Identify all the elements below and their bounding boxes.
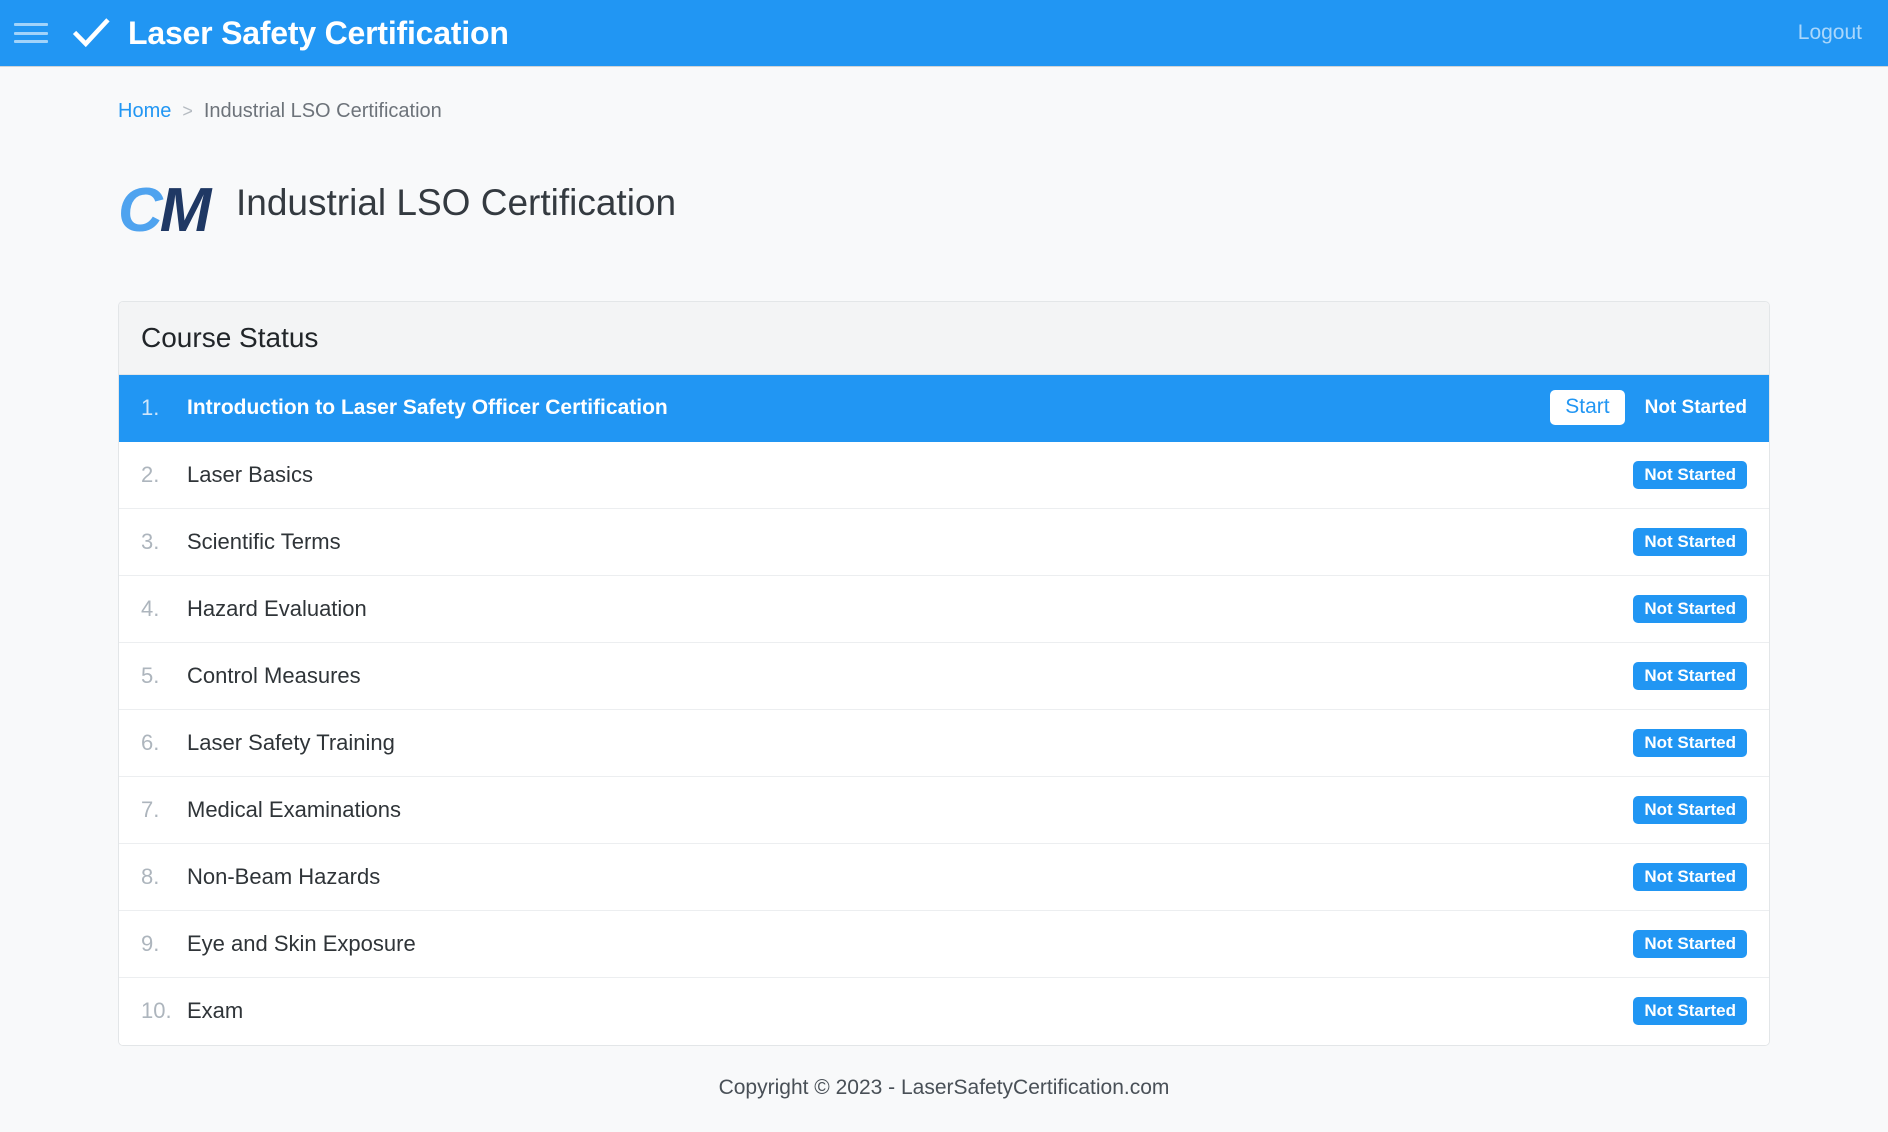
course-status-card: Course Status 1. Introduction to Laser Sa…	[118, 300, 1770, 1046]
course-item-number: 6.	[141, 729, 160, 755]
hamburger-menu-icon[interactable]	[14, 20, 48, 46]
course-list-item[interactable]: 3. Scientific Terms Not Started	[119, 508, 1769, 576]
logout-link[interactable]: Logout	[1798, 21, 1862, 45]
status-badge: Not Started	[1633, 728, 1747, 757]
course-item-number: 1.	[141, 394, 160, 420]
course-list-item[interactable]: 10. Exam Not Started	[119, 977, 1769, 1045]
course-item-number: 2.	[141, 461, 160, 487]
course-item-number: 9.	[141, 930, 160, 956]
course-item-actions: Not Started	[1633, 594, 1747, 623]
course-item-label: Control Measures	[187, 662, 361, 688]
card-header: Course Status	[119, 301, 1769, 375]
status-badge: Not Started	[1644, 396, 1747, 418]
page-title: Industrial LSO Certification	[236, 181, 677, 223]
course-item-number: 8.	[141, 863, 160, 889]
course-item-actions: Not Started	[1633, 527, 1747, 556]
status-badge: Not Started	[1633, 795, 1747, 824]
course-list-item[interactable]: 2. Laser Basics Not Started	[119, 441, 1769, 509]
hamburger-line	[14, 23, 48, 26]
breadcrumb-home-link[interactable]: Home	[118, 100, 171, 123]
status-badge: Not Started	[1633, 661, 1747, 690]
course-item-number: 7.	[141, 796, 160, 822]
course-item-actions: Not Started	[1633, 862, 1747, 891]
course-list-item[interactable]: 9. Eye and Skin Exposure Not Started	[119, 910, 1769, 978]
course-item-number: 5.	[141, 662, 160, 688]
course-item-label: Medical Examinations	[187, 796, 401, 822]
course-list: 1. Introduction to Laser Safety Officer C…	[119, 374, 1769, 1045]
brand-title: Laser Safety Certification	[128, 14, 509, 51]
logo-letter-m: M	[159, 175, 212, 245]
brand-link[interactable]: Laser Safety Certification	[70, 12, 509, 54]
course-item-actions: Not Started	[1633, 929, 1747, 958]
course-list-item[interactable]: 1. Introduction to Laser Safety Officer C…	[119, 374, 1769, 442]
status-badge: Not Started	[1633, 527, 1747, 556]
hamburger-line	[14, 31, 48, 35]
course-item-actions: Not Started	[1633, 460, 1747, 489]
course-item-label: Laser Basics	[187, 461, 313, 487]
breadcrumb: Home > Industrial LSO Certification	[118, 67, 1770, 123]
checkmark-icon	[72, 18, 110, 48]
status-badge: Not Started	[1633, 997, 1747, 1026]
footer-copyright: Copyright © 2023 - LaserSafetyCertificat…	[718, 1075, 1170, 1099]
course-item-label: Exam	[187, 998, 244, 1024]
course-item-number: 10.	[141, 998, 172, 1024]
course-item-actions: Start Not Started	[1550, 390, 1747, 426]
top-navbar: Laser Safety Certification Logout	[0, 0, 1888, 67]
course-list-item[interactable]: 6. Laser Safety Training Not Started	[119, 709, 1769, 777]
footer: Copyright © 2023 - LaserSafetyCertificat…	[118, 1046, 1770, 1120]
course-list-item[interactable]: 8. Non-Beam Hazards Not Started	[119, 843, 1769, 911]
status-badge: Not Started	[1633, 929, 1747, 958]
navbar-right-group: Logout	[1798, 21, 1862, 45]
status-badge: Not Started	[1633, 594, 1747, 623]
status-badge: Not Started	[1633, 460, 1747, 489]
course-list-item[interactable]: 5. Control Measures Not Started	[119, 642, 1769, 710]
logo-letter-c: C	[118, 175, 163, 245]
course-item-label: Scientific Terms	[187, 528, 341, 554]
status-badge: Not Started	[1633, 862, 1747, 891]
course-item-label: Eye and Skin Exposure	[187, 930, 416, 956]
start-button[interactable]: Start	[1550, 390, 1625, 426]
course-list-item[interactable]: 7. Medical Examinations Not Started	[119, 776, 1769, 844]
breadcrumb-current: Industrial LSO Certification	[203, 100, 442, 122]
card-header-title: Course Status	[141, 321, 319, 353]
navbar-left-group: Laser Safety Certification	[14, 12, 509, 54]
course-item-label: Hazard Evaluation	[187, 595, 367, 621]
course-item-label: Introduction to Laser Safety Officer Cer…	[187, 395, 668, 419]
course-item-actions: Not Started	[1633, 728, 1747, 757]
hamburger-line	[14, 40, 48, 43]
course-item-actions: Not Started	[1633, 997, 1747, 1026]
course-item-actions: Not Started	[1633, 795, 1747, 824]
course-item-label: Laser Safety Training	[187, 729, 395, 755]
course-item-number: 4.	[141, 595, 160, 621]
page-header: CM Industrial LSO Certification	[118, 157, 1770, 249]
course-item-label: Non-Beam Hazards	[187, 863, 381, 889]
course-item-number: 3.	[141, 528, 160, 554]
page-container: Home > Industrial LSO Certification CM I…	[0, 67, 1888, 1120]
course-list-item[interactable]: 4. Hazard Evaluation Not Started	[119, 575, 1769, 643]
breadcrumb-separator: >	[182, 101, 193, 121]
course-item-actions: Not Started	[1633, 661, 1747, 690]
cm-logo: CM	[118, 167, 212, 245]
